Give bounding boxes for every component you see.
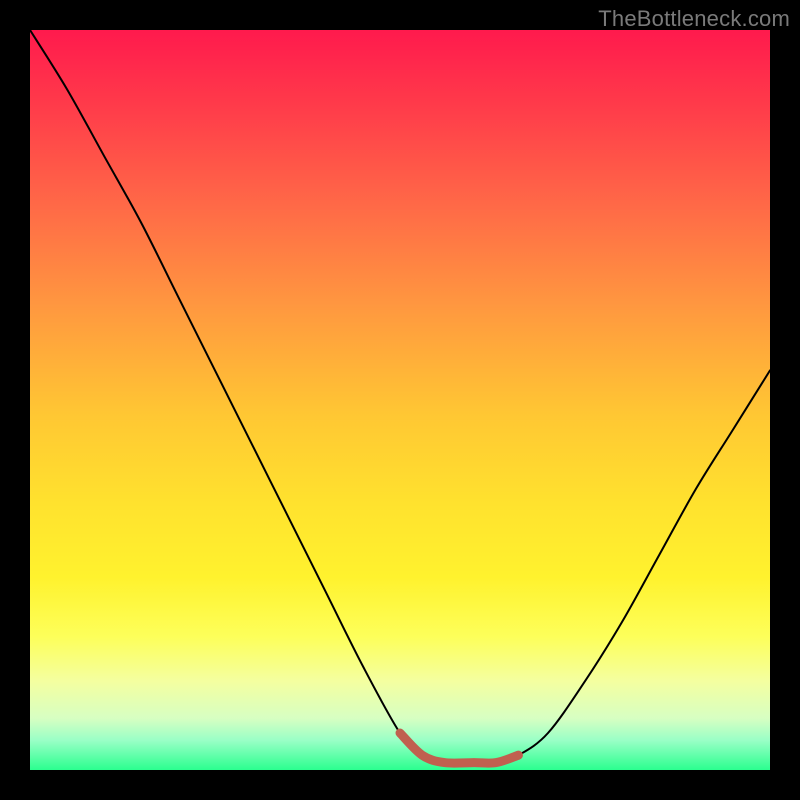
chart-svg [30, 30, 770, 770]
watermark-text: TheBottleneck.com [598, 6, 790, 32]
plot-area [30, 30, 770, 770]
bottleneck-curve [30, 30, 770, 763]
optimal-region-highlight [400, 733, 518, 763]
chart-frame: TheBottleneck.com [0, 0, 800, 800]
